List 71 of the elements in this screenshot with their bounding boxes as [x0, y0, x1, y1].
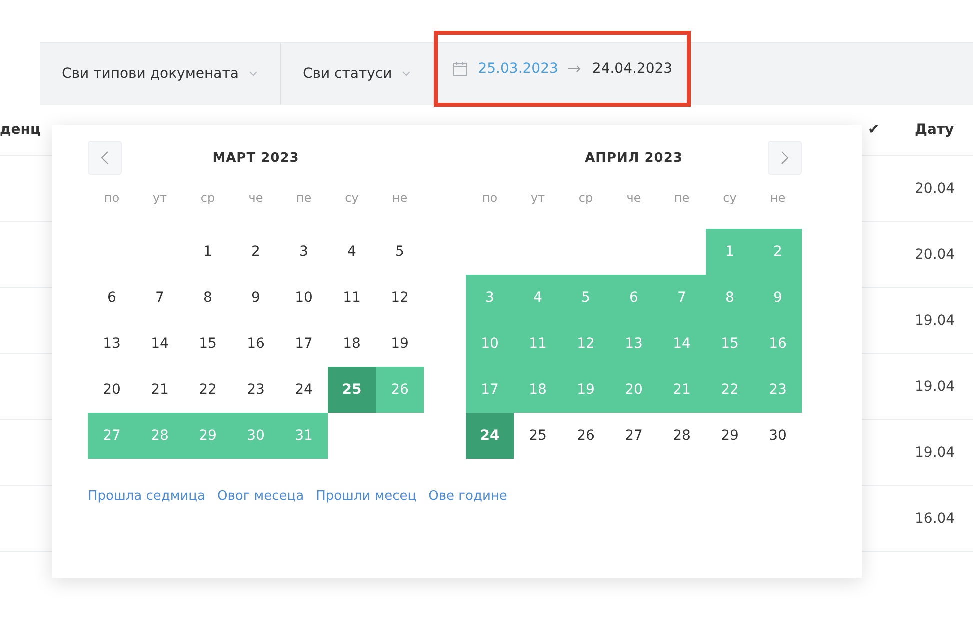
column-header[interactable]: ✔: [868, 122, 880, 138]
date-cell: 19.04: [915, 312, 956, 328]
date-cell: 16.04: [915, 510, 956, 526]
weekday-label: не: [391, 190, 409, 207]
weekday-label: су: [344, 190, 360, 207]
weekday-label: че: [248, 190, 264, 207]
arrow-icon: [568, 65, 582, 73]
calendar-day[interactable]: 24: [280, 367, 328, 413]
previous-month-button[interactable]: [88, 141, 122, 175]
calendar-day[interactable]: 8: [184, 275, 232, 321]
calendar-day[interactable]: 17: [280, 321, 328, 367]
calendar-day[interactable]: 19: [376, 321, 424, 367]
calendar-day[interactable]: 30: [754, 413, 802, 459]
column-header[interactable]: Дату: [915, 122, 954, 138]
weekday-label: су: [722, 190, 738, 207]
calendar-day[interactable]: 23: [232, 367, 280, 413]
calendar-day[interactable]: 29: [706, 413, 754, 459]
date-cell: 20.04: [915, 180, 956, 196]
calendar-day[interactable]: 25: [514, 413, 562, 459]
weekday-label: ут: [152, 190, 168, 207]
caret-icon: [248, 71, 258, 77]
calendar-day[interactable]: 13: [88, 321, 136, 367]
weekday-label: пе: [295, 190, 313, 207]
chevron-right-icon: [781, 151, 789, 165]
caret-icon: [402, 71, 412, 77]
preset-link[interactable]: Ове године: [428, 489, 508, 504]
preset-link[interactable]: Прошли месец: [316, 489, 417, 504]
weekday-label: не: [769, 190, 787, 207]
calendar-day[interactable]: 28: [658, 413, 706, 459]
status-dropdown[interactable]: Сви статуси: [280, 43, 434, 105]
preset-link[interactable]: Овог месеца: [218, 489, 304, 504]
calendar-day[interactable]: 18: [328, 321, 376, 367]
weekday-label: пе: [673, 190, 691, 207]
month-title: МАРТ 2023: [212, 150, 300, 166]
end-date[interactable]: 24.04.2023: [592, 61, 673, 77]
weekday-label: ср: [200, 190, 216, 207]
calendar-day[interactable]: 5: [376, 229, 424, 275]
calendar-day[interactable]: 4: [328, 229, 376, 275]
date-cell: 20.04: [915, 246, 956, 262]
date-cell: 19.04: [915, 444, 956, 460]
calendar-day[interactable]: 22: [184, 367, 232, 413]
next-month-button[interactable]: [768, 141, 802, 175]
date-cell: 19.04: [915, 378, 956, 394]
calendar-day[interactable]: 10: [280, 275, 328, 321]
calendar-day[interactable]: 1: [184, 229, 232, 275]
weekday-label: ср: [578, 190, 594, 207]
calendar-day[interactable]: 9: [232, 275, 280, 321]
column-header[interactable]: денц: [0, 122, 41, 138]
calendar-day[interactable]: 20: [88, 367, 136, 413]
weekday-label: по: [481, 190, 499, 207]
calendar-day[interactable]: 6: [88, 275, 136, 321]
weekday-label: по: [103, 190, 121, 207]
calendar-day[interactable]: 3: [280, 229, 328, 275]
calendar-day[interactable]: 21: [136, 367, 184, 413]
preset-link[interactable]: Прошла седмица: [88, 489, 206, 504]
calendar-day[interactable]: 14: [136, 321, 184, 367]
date-range-field[interactable]: 25.03.2023 24.04.2023: [434, 31, 691, 107]
calendar-day[interactable]: 27: [610, 413, 658, 459]
calendar-day[interactable]: 11: [328, 275, 376, 321]
chevron-left-icon: [101, 151, 109, 165]
calendar-day[interactable]: 16: [232, 321, 280, 367]
month-title: АПРИЛ 2023: [584, 150, 684, 166]
calendar-day[interactable]: 15: [184, 321, 232, 367]
calendar-day[interactable]: 7: [136, 275, 184, 321]
calendar-icon: [452, 61, 468, 77]
weekday-label: ут: [530, 190, 546, 207]
document-type-dropdown[interactable]: Сви типови докумената: [40, 43, 281, 105]
calendar-day[interactable]: 2: [232, 229, 280, 275]
calendar-day[interactable]: 12: [376, 275, 424, 321]
weekday-label: че: [626, 190, 642, 207]
calendar-day[interactable]: 26: [562, 413, 610, 459]
